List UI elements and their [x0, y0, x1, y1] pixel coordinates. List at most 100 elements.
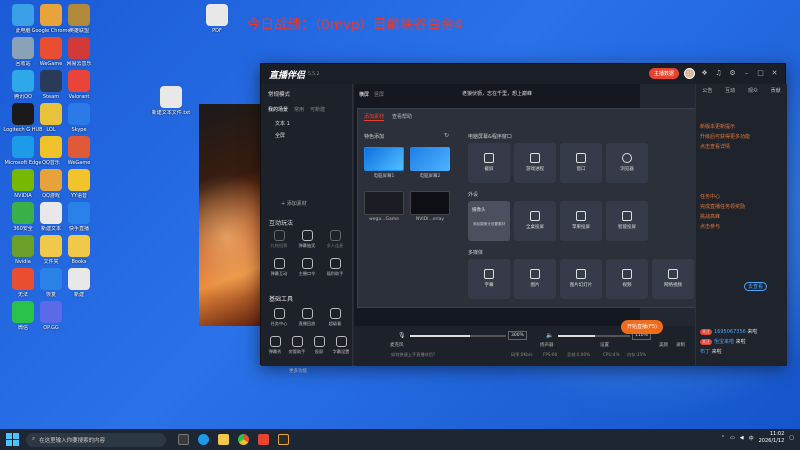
desktop-icon[interactable]: Valorant [58, 70, 100, 100]
desktop-icon[interactable]: 新建文本文件.txt [150, 86, 192, 116]
network-icon[interactable]: ▭ [730, 435, 735, 441]
tool-danmu-show[interactable]: 弹幕秀 [265, 336, 285, 355]
record-button[interactable]: 录制 [676, 342, 685, 348]
source-smart-cast[interactable]: 智能投屏 [606, 201, 648, 241]
windows-start-icon[interactable] [4, 432, 20, 448]
desktop-icon[interactable]: 网易云音乐 [58, 37, 100, 67]
thumb-screen-2[interactable] [410, 147, 450, 171]
tool-danmu-interact[interactable]: 弹幕互动 [269, 258, 289, 277]
task-view-icon[interactable] [178, 434, 189, 445]
video-icon [622, 269, 632, 279]
headset-icon[interactable]: ♫ [714, 69, 723, 78]
thumb-nvidia[interactable] [410, 191, 450, 215]
source-apple-cast[interactable]: 苹果投屏 [560, 201, 602, 241]
ime-indicator[interactable]: 中 [749, 435, 754, 442]
tool-welfare[interactable]: 福利助手 [325, 258, 345, 277]
desktop-icon[interactable]: 新建 [58, 268, 100, 298]
tab-landscape[interactable]: 横屏 [359, 91, 369, 98]
avatar[interactable] [684, 68, 695, 79]
source-desktop-cast[interactable]: 全桌投屏 [514, 201, 556, 241]
explorer-icon[interactable] [218, 434, 229, 445]
clock[interactable]: 11:02 2026/1/12 [759, 431, 785, 445]
source-slideshow[interactable]: 图片幻灯片 [560, 259, 602, 299]
tool-super-watch[interactable]: 超级看 [325, 308, 345, 327]
start-live-button[interactable]: 开始直播(F5) [621, 320, 663, 334]
minimize-icon[interactable]: – [742, 69, 751, 78]
tool-subtitle[interactable]: 字幕设置 [331, 336, 351, 355]
help-link[interactable]: 如何快速上手直播伴侣? [391, 352, 435, 358]
source-browser[interactable]: 浏览器 [606, 143, 648, 183]
settings-icon[interactable]: ⚙ [728, 69, 737, 78]
notice-line: 升级后可获得更多功能 [700, 134, 751, 140]
chrome-icon[interactable] [238, 434, 249, 445]
view-link[interactable]: 去查看 [744, 282, 768, 291]
tab-interact[interactable]: 互动 [725, 87, 735, 94]
scene-item[interactable]: 全屏 [275, 132, 285, 139]
mic-icon[interactable]: 🎙 [398, 332, 406, 339]
tool-gift-vote[interactable]: 礼物投票 [269, 230, 289, 249]
mode-selector[interactable]: 常规模式 [268, 90, 290, 98]
tool-cast[interactable]: 投屏 [309, 336, 329, 355]
desktop-icon[interactable]: Skype [58, 103, 100, 133]
live-companion-window[interactable]: 直播伴侣 5.5.2 主播数据 ❖ ♫ ⚙ – □ ✕ 常规模式 我的场景 常用… [260, 63, 787, 374]
tab-portrait[interactable]: 竖屏 [374, 91, 384, 98]
source-screenshot[interactable]: 截屏 [468, 143, 510, 183]
desktop-icon[interactable]: PDF [196, 4, 238, 34]
thumb-wegame[interactable] [364, 191, 404, 215]
tab-add-source[interactable]: 添加素材 [364, 113, 385, 121]
tool-room-admin[interactable]: 房管助手 [287, 336, 307, 355]
tool-task-center[interactable]: 任务中心 [269, 308, 289, 327]
tab-audience[interactable]: 观众 [748, 87, 758, 94]
chat-user[interactable]: 1695067356 [714, 329, 746, 335]
mic-percent[interactable]: 300% [508, 331, 527, 340]
tab-new[interactable]: 可新建 [310, 106, 325, 113]
tab-help[interactable]: 查看帮助 [392, 113, 412, 121]
edge-icon[interactable] [198, 434, 209, 445]
source-game[interactable]: 游戏进程 [514, 143, 556, 183]
source-label: 截屏 [484, 167, 494, 172]
add-source-dialog[interactable]: 添加素材 查看帮助 特色添加 ↻ 电脑屏幕&程序窗口 电脑屏幕1 电脑屏幕2 w… [357, 108, 704, 308]
desktop-icon[interactable]: Books [58, 235, 100, 265]
desktop-icon[interactable]: 快手直播 [58, 202, 100, 232]
tool-multi-mic[interactable]: 多人连麦 [325, 230, 345, 249]
tool-replay[interactable]: 直播回放 [297, 308, 317, 327]
desktop-icon[interactable]: YY语音 [58, 169, 100, 199]
source-video[interactable]: 视频 [606, 259, 648, 299]
live-companion-taskbar-icon[interactable] [258, 434, 269, 445]
chat-user[interactable]: 怡宝来啦 [714, 339, 734, 345]
gift-icon[interactable]: ❖ [700, 69, 709, 78]
notification-icon[interactable]: ▢ [789, 435, 794, 441]
chevron-up-icon[interactable]: ⌃ [721, 435, 725, 441]
refresh-icon[interactable]: ↻ [444, 132, 449, 139]
streamer-data-button[interactable]: 主播数据 [648, 68, 679, 79]
source-subtitle[interactable]: 字幕 [468, 259, 510, 299]
maximize-icon[interactable]: □ [756, 69, 765, 78]
tab-contrib[interactable]: 贡献 [771, 87, 781, 94]
tab-notice[interactable]: 公告 [702, 87, 712, 94]
desktop-icon[interactable]: WeGame [58, 136, 100, 166]
titlebar[interactable]: 直播伴侣 5.5.2 主播数据 ❖ ♫ ⚙ – □ ✕ [261, 64, 785, 84]
source-window[interactable]: 窗口 [560, 143, 602, 183]
tab-common[interactable]: 常用 [294, 106, 304, 113]
thumb-screen-1[interactable] [364, 147, 404, 171]
volume-icon[interactable]: ◀ [740, 435, 744, 441]
beauty-button[interactable]: 美颜 [659, 342, 668, 348]
chat-user[interactable]: 布丁 [700, 349, 710, 355]
settings-button-label[interactable]: 设置 [600, 342, 609, 348]
desktop-icon[interactable]: OP.GG [30, 301, 72, 331]
desktop-icon[interactable]: 英雄联盟 [58, 4, 100, 34]
source-camera[interactable]: 摄像头 添加摄像头设置素材 [468, 201, 510, 241]
app-taskbar-icon[interactable] [278, 434, 289, 445]
more-features-link[interactable]: 更多功能 [289, 368, 307, 374]
taskbar-search[interactable]: ⌕ 在这里输入你要搜索的内容 [26, 432, 166, 447]
close-icon[interactable]: ✕ [770, 69, 779, 78]
add-source-button[interactable]: + 添加素材 [281, 200, 307, 207]
source-web-video[interactable]: 网络视频 [652, 259, 694, 299]
source-image[interactable]: 图片 [514, 259, 556, 299]
tab-my-scenes[interactable]: 我的场景 [268, 106, 288, 113]
speaker-icon[interactable]: 🔈 [546, 332, 553, 339]
tool-danmu-lottery[interactable]: 弹幕抽奖 [297, 230, 317, 249]
scene-item[interactable]: 文本 1 [275, 120, 290, 127]
status-drop: 丢帧:0.00% [567, 352, 591, 357]
tool-command[interactable]: 主播口令 [297, 258, 317, 277]
